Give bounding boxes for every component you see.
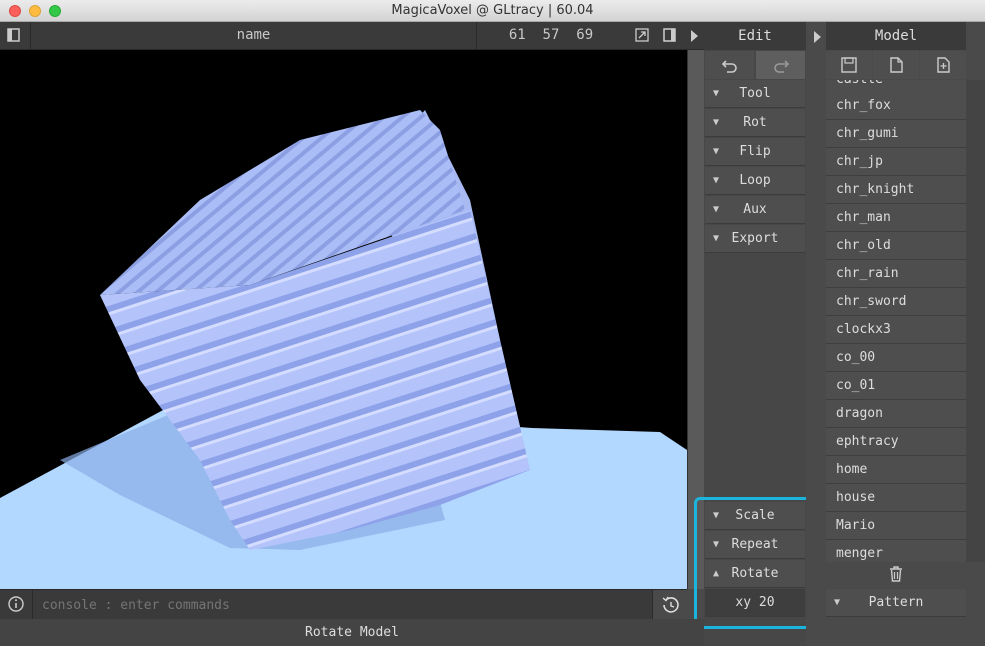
add-file-icon[interactable] [920,51,966,79]
list-item[interactable]: home [826,456,966,484]
section-label: Aux [743,202,767,217]
pattern-section[interactable]: ▼ Pattern [826,589,966,617]
list-item[interactable]: chr_old [826,232,966,260]
toggle-left-panel-icon[interactable] [6,27,22,43]
save-icon[interactable] [826,51,872,79]
list-item[interactable]: chr_gumi [826,120,966,148]
edit-panel-title: Edit [704,22,806,50]
name-field[interactable]: name [30,22,477,49]
model-panel-title: Model [826,22,966,50]
list-item[interactable]: Mario [826,512,966,540]
console-bar [0,589,688,619]
voxel-render [0,110,687,589]
section-tool[interactable]: ▼ Tool [705,80,805,108]
section-label: Rot [743,115,767,130]
triangle-down-icon: ▼ [834,597,841,608]
undo-icon[interactable] [705,51,754,79]
list-item[interactable]: menger [826,540,966,562]
list-item[interactable]: co_00 [826,344,966,372]
triangle-down-icon: ▼ [713,146,720,157]
list-item[interactable]: chr_knight [826,176,966,204]
list-item[interactable]: chr_fox [826,92,966,120]
section-loop[interactable]: ▼ Loop [705,167,805,195]
redo-icon[interactable] [756,51,805,79]
model-list-scrollbar[interactable] [966,80,985,562]
highlight-box [694,497,818,629]
pattern-label: Pattern [868,595,924,610]
model-list[interactable]: castle chr_fox chr_gumi chr_jp chr_knigh… [826,80,966,562]
list-item[interactable]: house [826,484,966,512]
list-item[interactable]: chr_rain [826,260,966,288]
triangle-down-icon: ▼ [713,88,720,99]
section-label: Tool [739,86,771,101]
list-item[interactable]: chr_jp [826,148,966,176]
resize-icon[interactable] [634,27,650,43]
console-input[interactable] [34,591,654,619]
list-item[interactable]: ephtracy [826,428,966,456]
dimensions-field[interactable]: 61 57 69 [476,22,626,49]
window-titlebar: MagicaVoxel @ GLtracy | 60.04 [0,0,985,22]
triangle-down-icon: ▼ [713,117,720,128]
section-label: Loop [739,173,771,188]
list-item[interactable]: co_01 [826,372,966,400]
status-bar: Rotate Model [0,619,704,646]
section-label: Flip [739,144,771,159]
section-aux[interactable]: ▼ Aux [705,196,805,224]
info-icon[interactable] [0,590,33,619]
window-title: MagicaVoxel @ GLtracy | 60.04 [391,3,594,18]
section-flip[interactable]: ▼ Flip [705,138,805,166]
list-item[interactable]: clockx3 [826,316,966,344]
new-file-icon[interactable] [873,51,919,79]
collapse-arrow-icon[interactable] [811,29,823,43]
collapse-arrow-icon[interactable] [688,29,700,43]
viewport-toolbar: name 61 57 69 [0,22,704,50]
section-rot[interactable]: ▼ Rot [705,109,805,137]
toggle-right-panel-icon[interactable] [662,27,678,43]
list-item[interactable]: chr_man [826,204,966,232]
3d-viewport[interactable] [0,50,687,589]
list-item[interactable]: chr_sword [826,288,966,316]
triangle-down-icon: ▼ [713,175,720,186]
list-item[interactable]: dragon [826,400,966,428]
section-label: Export [731,231,779,246]
history-icon[interactable] [652,590,688,619]
trash-icon[interactable] [826,562,966,588]
triangle-down-icon: ▼ [713,233,720,244]
section-export[interactable]: ▼ Export [705,225,805,253]
triangle-down-icon: ▼ [713,204,720,215]
